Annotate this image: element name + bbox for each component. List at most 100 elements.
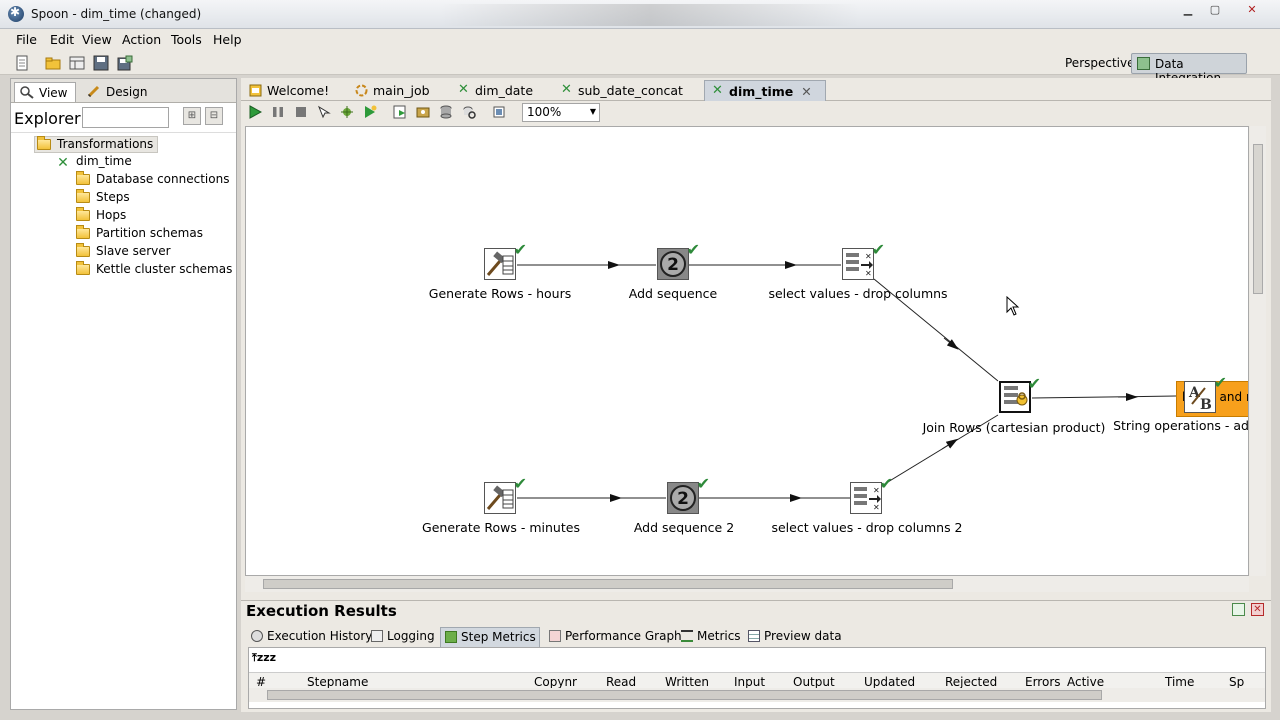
tree-item-dim-time[interactable]: ✕ dim_time [56, 154, 132, 171]
tab-close-icon[interactable]: ✕ [801, 84, 811, 99]
success-check-icon: ✔ [879, 474, 893, 493]
transformation-icon: ✕ [57, 155, 69, 171]
menu-help[interactable]: Help [213, 32, 242, 47]
canvas-horizontal-scrollbar[interactable] [245, 576, 1249, 592]
show-results-icon[interactable] [492, 105, 506, 119]
explorer-label: Explorer [14, 109, 81, 128]
step-add-sequence[interactable]: 2 ✔ [657, 240, 700, 280]
tab-main-job[interactable]: main_job [349, 80, 447, 101]
save-icon[interactable] [93, 55, 109, 71]
perspective-data-integration-button[interactable]: Data Integration [1131, 53, 1247, 85]
menu-edit[interactable]: Edit [50, 32, 74, 47]
stop-icon[interactable] [294, 105, 308, 119]
close-panel-icon[interactable]: ✕ [1251, 603, 1264, 616]
explorer-header: Explorer ⊞ ⊟ [11, 103, 236, 133]
run-icon[interactable] [248, 105, 262, 119]
scroll-thumb[interactable] [263, 579, 953, 589]
tree-item-slave-server[interactable]: Slave server [76, 243, 171, 261]
close-icon[interactable]: ✕ [1240, 3, 1264, 19]
preview-icon[interactable] [393, 105, 407, 119]
transformation-toolbar: 100% [241, 101, 1271, 123]
execution-results-panel: Execution Results ✕ Execution History Lo… [241, 600, 1271, 712]
column-header[interactable]: Read [606, 675, 636, 689]
step-select-values-drop-columns[interactable]: ✕ ✕ ✔ [842, 240, 885, 280]
tab-preview-data[interactable]: Preview data [744, 627, 842, 647]
minimize-icon[interactable]: ▁ [1176, 3, 1200, 19]
column-header[interactable]: Errors [1025, 675, 1061, 689]
tab-welcome[interactable]: Welcome! [243, 80, 347, 101]
debug-icon[interactable] [340, 105, 354, 119]
svg-text:✕: ✕ [873, 503, 880, 512]
success-check-icon: ✔ [871, 240, 885, 259]
step-metrics-table: ⤒zzz # Stepname Copynr Read Written Inpu… [248, 647, 1266, 709]
step-generate-rows-minutes[interactable]: ✔ [484, 474, 527, 514]
column-header[interactable]: Rejected [945, 675, 997, 689]
step-add-sequence-2[interactable]: 2 ✔ [667, 474, 710, 514]
column-header[interactable]: Copynr [534, 675, 577, 689]
history-icon [251, 630, 263, 642]
select-values-icon: ✕✕ [854, 486, 881, 512]
open-folder-icon[interactable] [45, 55, 61, 71]
replay-icon[interactable] [363, 105, 377, 119]
database-explore-icon[interactable] [462, 105, 476, 119]
step-generate-rows-hours[interactable]: ✔ [484, 240, 527, 280]
spoon-window: Spoon - dim_time (changed) ▁ ▢ ✕ File Ed… [0, 0, 1280, 720]
metrics-horizontal-scrollbar[interactable] [249, 688, 1265, 702]
explore-repository-icon[interactable] [69, 55, 85, 71]
column-header[interactable]: Stepname [307, 675, 368, 689]
tree-item-hops[interactable]: Hops [76, 207, 126, 225]
tree-item-transformations[interactable]: Transformations [34, 136, 159, 153]
column-header[interactable]: Written [665, 675, 709, 689]
transformation-canvas[interactable]: ✔ Generate Rows - hours 2 ✔ Add sequence… [245, 126, 1249, 576]
tab-performance-graph[interactable]: Performance Graph [545, 627, 682, 647]
column-header[interactable]: Active [1067, 675, 1104, 689]
impact-icon[interactable] [416, 105, 430, 119]
tab-sub-date-concat[interactable]: ✕ sub_date_concat [554, 80, 702, 101]
menu-tools[interactable]: Tools [171, 32, 202, 47]
tree-item-steps[interactable]: Steps [76, 189, 130, 207]
tab-label: Logging [387, 629, 435, 643]
new-file-icon[interactable] [14, 55, 30, 71]
tab-logging[interactable]: Logging [367, 627, 435, 647]
column-header[interactable]: Input [734, 675, 765, 689]
column-header[interactable]: # [256, 675, 266, 689]
save-as-icon[interactable] [117, 55, 133, 71]
collapse-all-icon[interactable]: ⊟ [205, 107, 223, 125]
tab-design[interactable]: Design [82, 82, 154, 102]
canvas-vertical-scrollbar[interactable] [1250, 126, 1266, 576]
hop-lines [517, 261, 1248, 502]
column-header[interactable]: Sp [1229, 675, 1244, 689]
tree-item-database-connections[interactable]: Database connections [76, 171, 229, 189]
explorer-search-input[interactable] [82, 107, 169, 128]
menu-view[interactable]: View [82, 32, 112, 47]
menu-action[interactable]: Action [122, 32, 161, 47]
sleep-icon: ⤒zzz [252, 651, 277, 664]
tree-item-partition-schemas[interactable]: Partition schemas [76, 225, 203, 243]
expand-all-icon[interactable]: ⊞ [183, 107, 201, 125]
scroll-thumb[interactable] [1253, 144, 1263, 294]
pause-icon[interactable] [271, 105, 285, 119]
step-string-operations[interactable]: AB ✔ [1184, 373, 1227, 413]
step-join-rows[interactable]: ✔ [999, 374, 1041, 413]
step-select-values-drop-columns-2[interactable]: ✕ ✕ ✔ [850, 474, 893, 514]
tab-step-metrics[interactable]: Step Metrics [440, 627, 540, 647]
hop-join-to-string[interactable] [1031, 395, 1177, 399]
scroll-thumb[interactable] [267, 690, 1102, 700]
tab-execution-history[interactable]: Execution History [247, 627, 372, 647]
sql-icon[interactable] [439, 105, 453, 119]
column-header[interactable]: Updated [864, 675, 915, 689]
tab-dim-time[interactable]: ✕ dim_time ✕ [704, 80, 826, 101]
column-header[interactable]: Output [793, 675, 835, 689]
tab-metrics[interactable]: Metrics [677, 627, 741, 647]
tree-item-kettle-cluster-schemas[interactable]: Kettle cluster schemas [76, 261, 232, 279]
maximize-panel-icon[interactable] [1232, 603, 1245, 616]
step-label: select values - drop columns 2 [771, 520, 963, 535]
tab-label: Metrics [697, 629, 741, 643]
zoom-select[interactable]: 100% [522, 103, 600, 122]
tab-view[interactable]: View [14, 82, 76, 102]
tab-dim-date[interactable]: ✕ dim_date [451, 80, 547, 101]
column-header[interactable]: Time [1165, 675, 1194, 689]
maximize-icon[interactable]: ▢ [1203, 3, 1227, 19]
verify-icon[interactable] [317, 105, 331, 119]
menu-file[interactable]: File [16, 32, 37, 47]
